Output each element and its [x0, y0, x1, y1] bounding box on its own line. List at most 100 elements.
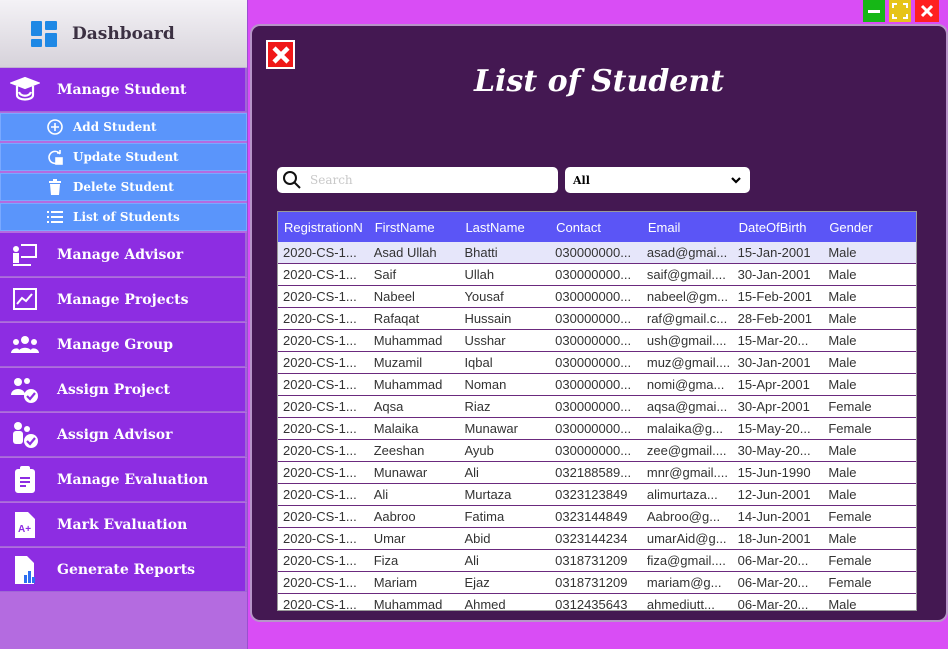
table-cell[interactable]: Male — [823, 333, 916, 348]
table-cell[interactable]: umarAid@g... — [642, 531, 733, 546]
table-cell[interactable]: 2020-CS-1... — [278, 465, 369, 480]
table-cell[interactable]: Saif — [369, 267, 460, 282]
column-header[interactable]: RegistrationN — [278, 220, 369, 235]
table-cell[interactable]: 2020-CS-1... — [278, 531, 369, 546]
table-cell[interactable]: Murtaza — [459, 487, 550, 502]
table-cell[interactable]: 0323144849 — [550, 509, 642, 524]
table-cell[interactable]: Male — [823, 465, 916, 480]
column-header[interactable]: LastName — [459, 220, 550, 235]
table-cell[interactable]: 15-Apr-2001 — [733, 377, 824, 392]
nav-manage-group[interactable]: Manage Group — [0, 323, 247, 367]
table-cell[interactable]: 2020-CS-1... — [278, 333, 369, 348]
table-row[interactable]: 2020-CS-1... Muhammad Usshar 030000000... us… — [278, 330, 916, 352]
minimize-button[interactable] — [863, 0, 885, 22]
nav-generate-reports[interactable]: Generate Reports — [0, 548, 247, 592]
table-cell[interactable]: Male — [823, 443, 916, 458]
table-cell[interactable]: Ali — [459, 465, 550, 480]
table-cell[interactable]: 06-Mar-20... — [733, 597, 824, 610]
table-cell[interactable]: 030000000... — [550, 421, 642, 436]
table-cell[interactable]: 0312435643 — [550, 597, 642, 610]
table-cell[interactable]: fiza@gmail.... — [642, 553, 733, 568]
subnav-list-of-students[interactable]: List of Students — [0, 203, 247, 231]
table-cell[interactable]: Female — [823, 421, 916, 436]
column-header[interactable]: FirstName — [369, 220, 460, 235]
search-input[interactable] — [310, 173, 545, 187]
table-cell[interactable]: Female — [823, 509, 916, 524]
table-cell[interactable]: 14-Jun-2001 — [733, 509, 824, 524]
table-row[interactable]: 2020-CS-1... Umar Abid 0323144234 umarAid@g.… — [278, 528, 916, 550]
table-cell[interactable]: 030000000... — [550, 245, 642, 260]
table-cell[interactable]: Fatima — [459, 509, 550, 524]
table-row[interactable]: 2020-CS-1... Aabroo Fatima 0323144849 Aabroo… — [278, 506, 916, 528]
table-cell[interactable]: 2020-CS-1... — [278, 487, 369, 502]
table-cell[interactable]: Male — [823, 597, 916, 610]
subnav-delete-student[interactable]: Delete Student — [0, 173, 247, 201]
table-cell[interactable]: 030000000... — [550, 267, 642, 282]
table-row[interactable]: 2020-CS-1... Ali Murtaza 0323123849 alimurta… — [278, 484, 916, 506]
table-cell[interactable]: mnr@gmail.... — [642, 465, 733, 480]
table-cell[interactable]: mariam@g... — [642, 575, 733, 590]
table-cell[interactable]: Male — [823, 267, 916, 282]
table-cell[interactable]: Fiza — [369, 553, 460, 568]
table-cell[interactable]: aqsa@gmai... — [642, 399, 733, 414]
nav-assign-advisor[interactable]: Assign Advisor — [0, 413, 247, 457]
window-close-button[interactable] — [915, 0, 939, 22]
table-row[interactable]: 2020-CS-1... Zeeshan Ayub 030000000... zee@g… — [278, 440, 916, 462]
table-cell[interactable]: 032188589... — [550, 465, 642, 480]
table-cell[interactable]: 15-May-20... — [733, 421, 824, 436]
table-cell[interactable]: 2020-CS-1... — [278, 597, 369, 610]
table-cell[interactable]: 030000000... — [550, 443, 642, 458]
table-cell[interactable]: Riaz — [459, 399, 550, 414]
table-cell[interactable]: 030000000... — [550, 333, 642, 348]
table-cell[interactable]: 06-Mar-20... — [733, 575, 824, 590]
nav-assign-project[interactable]: Assign Project — [0, 368, 247, 412]
table-cell[interactable]: Female — [823, 575, 916, 590]
table-cell[interactable]: Male — [823, 531, 916, 546]
table-cell[interactable]: 2020-CS-1... — [278, 509, 369, 524]
students-table[interactable]: RegistrationN FirstName LastName Contact… — [277, 211, 917, 611]
table-row[interactable]: 2020-CS-1... Saif Ullah 030000000... saif@gm… — [278, 264, 916, 286]
table-row[interactable]: 2020-CS-1... Asad Ullah Bhatti 030000000...… — [278, 242, 916, 264]
table-cell[interactable]: Munawar — [369, 465, 460, 480]
table-cell[interactable]: Female — [823, 399, 916, 414]
table-cell[interactable]: 06-Mar-20... — [733, 553, 824, 568]
table-cell[interactable]: 0318731209 — [550, 553, 642, 568]
table-cell[interactable]: Mariam — [369, 575, 460, 590]
table-cell[interactable]: saif@gmail.... — [642, 267, 733, 282]
table-cell[interactable]: nabeel@gm... — [642, 289, 733, 304]
maximize-button[interactable] — [889, 0, 911, 22]
table-cell[interactable]: ahmediutt... — [642, 597, 733, 610]
table-cell[interactable]: 2020-CS-1... — [278, 355, 369, 370]
table-cell[interactable]: 030000000... — [550, 377, 642, 392]
table-cell[interactable]: Nabeel — [369, 289, 460, 304]
table-cell[interactable]: Iqbal — [459, 355, 550, 370]
table-cell[interactable]: 2020-CS-1... — [278, 399, 369, 414]
table-cell[interactable]: Noman — [459, 377, 550, 392]
table-cell[interactable]: 28-Feb-2001 — [733, 311, 824, 326]
nav-mark-evaluation[interactable]: A+ Mark Evaluation — [0, 503, 247, 547]
table-cell[interactable]: 12-Jun-2001 — [733, 487, 824, 502]
filter-dropdown[interactable]: All — [565, 167, 750, 193]
table-cell[interactable]: 15-Feb-2001 — [733, 289, 824, 304]
table-cell[interactable]: 030000000... — [550, 355, 642, 370]
column-header[interactable]: DateOfBirth — [733, 220, 824, 235]
table-cell[interactable]: Male — [823, 377, 916, 392]
table-cell[interactable]: Female — [823, 553, 916, 568]
table-cell[interactable]: Aqsa — [369, 399, 460, 414]
table-cell[interactable]: Malaika — [369, 421, 460, 436]
table-cell[interactable]: Male — [823, 311, 916, 326]
table-cell[interactable]: 0323144234 — [550, 531, 642, 546]
table-cell[interactable]: Aabroo — [369, 509, 460, 524]
table-cell[interactable]: 2020-CS-1... — [278, 575, 369, 590]
table-cell[interactable]: Aabroo@g... — [642, 509, 733, 524]
sidebar-header[interactable]: Dashboard — [0, 0, 247, 68]
table-cell[interactable]: malaika@g... — [642, 421, 733, 436]
nav-manage-advisor[interactable]: Manage Advisor — [0, 233, 247, 277]
table-cell[interactable]: 30-May-20... — [733, 443, 824, 458]
table-cell[interactable]: Zeeshan — [369, 443, 460, 458]
table-cell[interactable]: Rafaqat — [369, 311, 460, 326]
subnav-update-student[interactable]: Update Student — [0, 143, 247, 171]
table-cell[interactable]: Muhammad — [369, 377, 460, 392]
table-cell[interactable]: Usshar — [459, 333, 550, 348]
table-row[interactable]: 2020-CS-1... Muzamil Iqbal 030000000... muz@… — [278, 352, 916, 374]
